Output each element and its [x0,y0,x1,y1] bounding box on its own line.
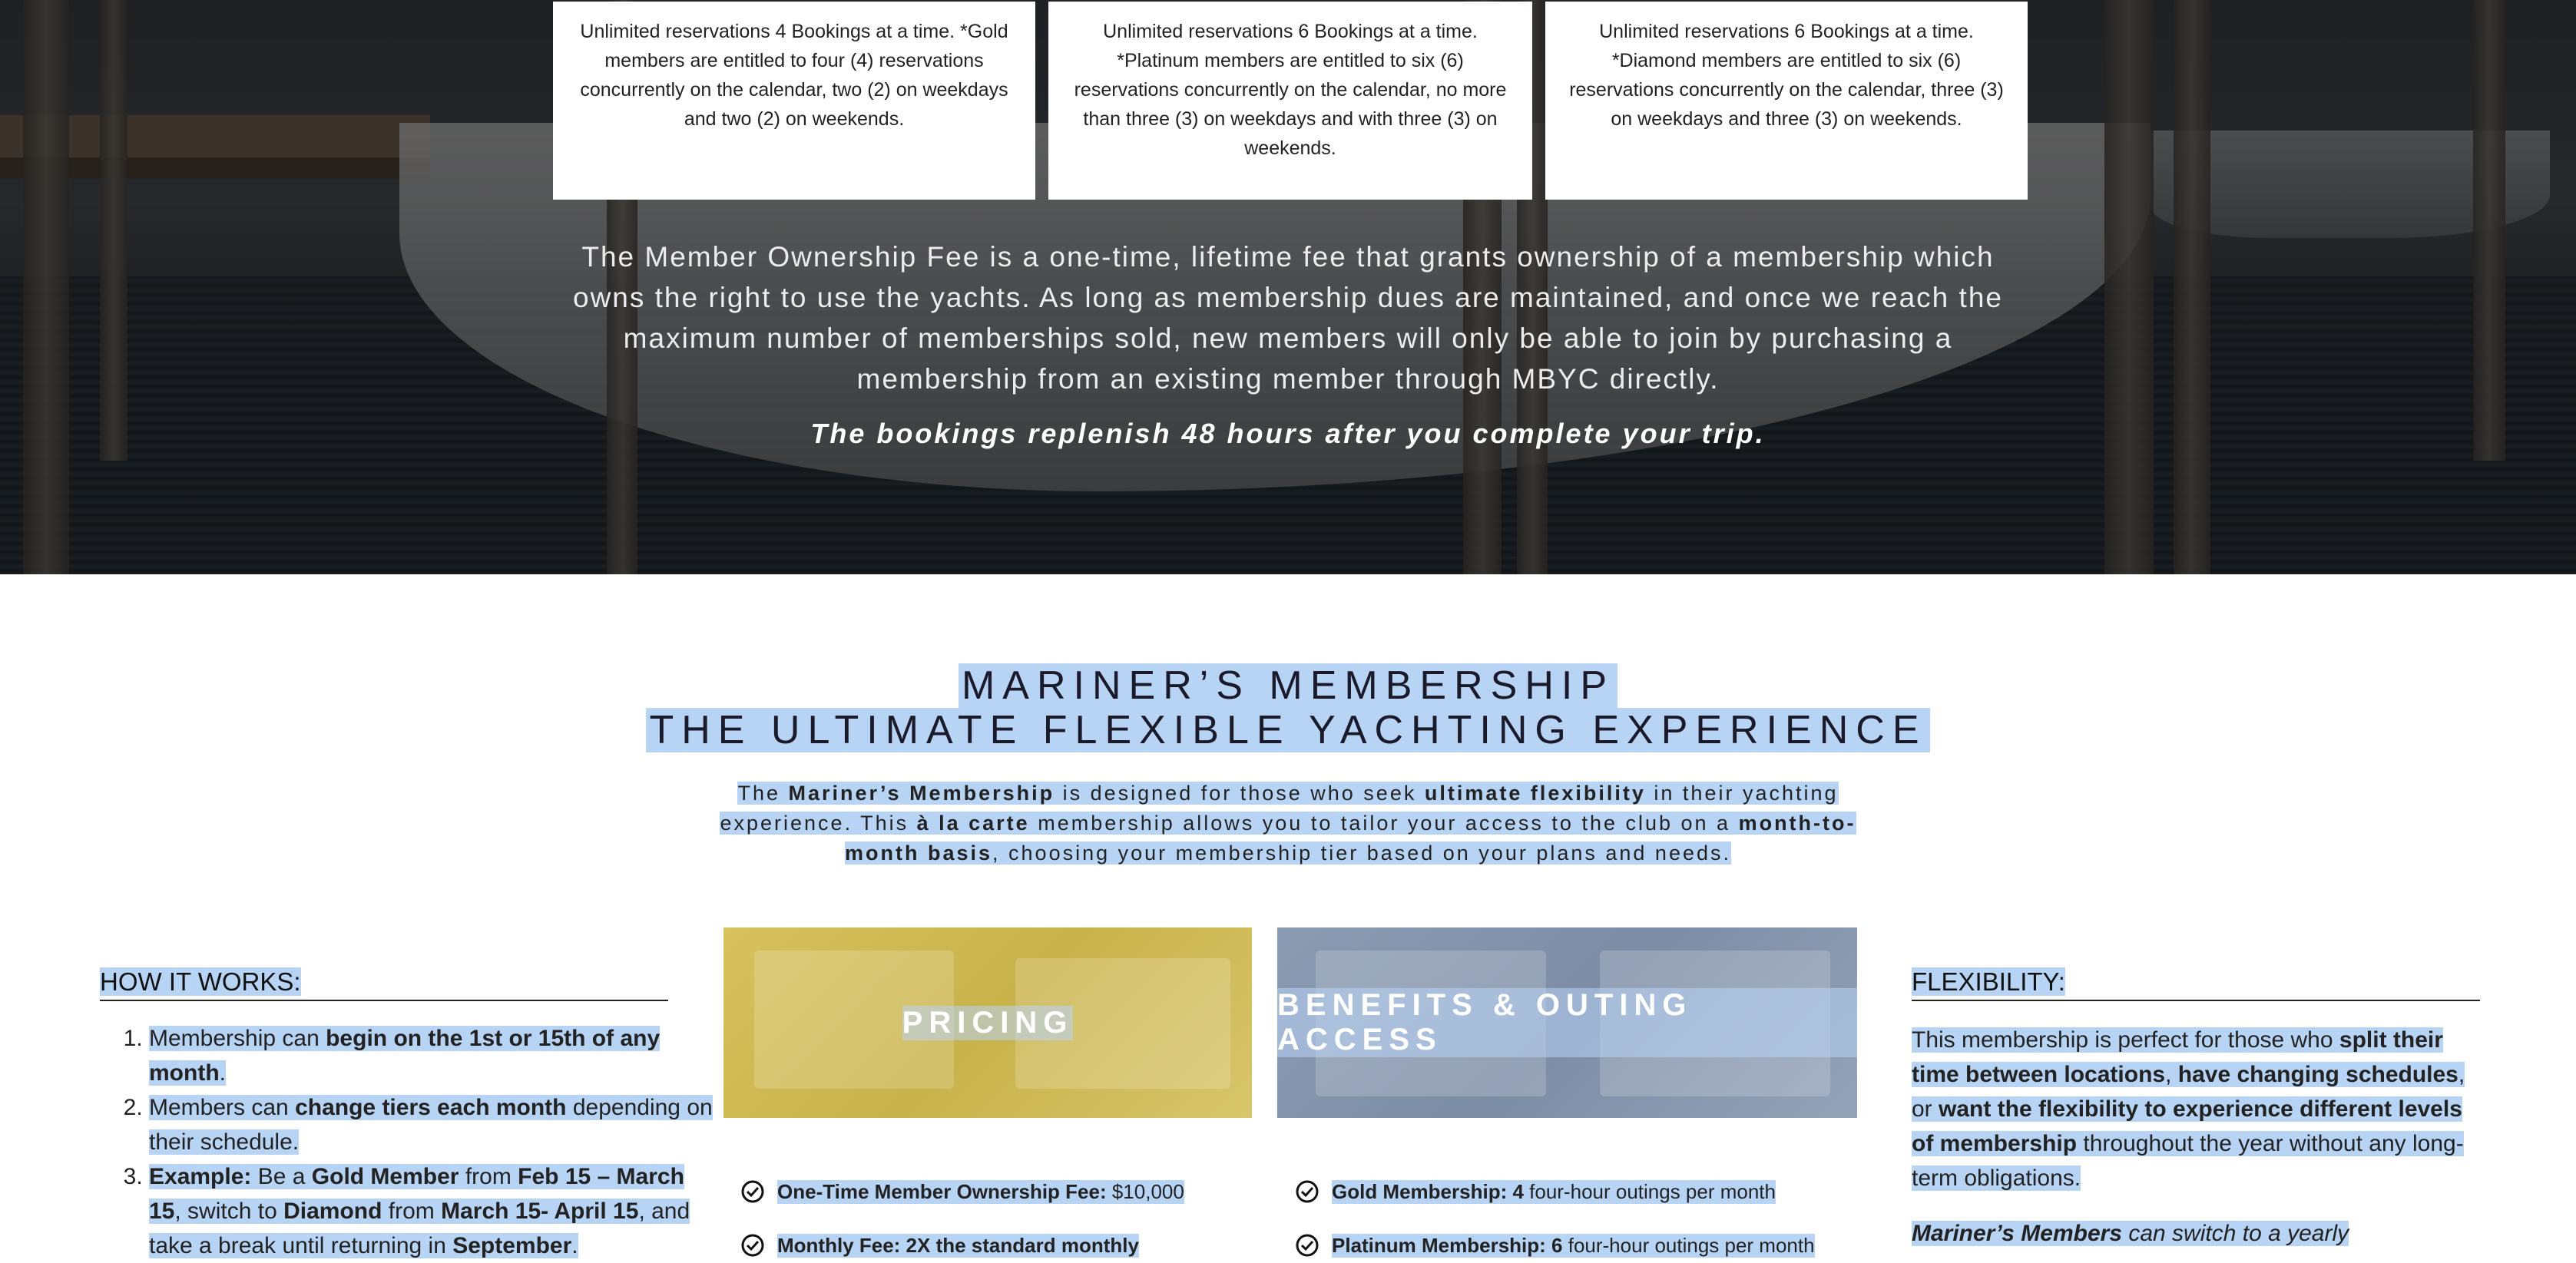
benefits-row-gold: Gold Membership: 4 four-hour outings per… [1295,1179,1776,1204]
flexibility-paragraph: This membership is perfect for those who… [1912,1027,2465,1191]
pricing-banner-label: PRICING [902,1005,1074,1040]
how-it-works-heading-text: HOW IT WORKS: [100,967,301,996]
hero-section: Unlimited reservations 4 Bookings at a t… [0,0,2576,574]
desc-bold: à la carte [916,812,1030,835]
benefits-banner: BENEFITS & OUTING ACCESS [1277,927,1857,1118]
pricing-row-label: One-Time Member Ownership Fee: [777,1179,1107,1203]
desc-text: , choosing your membership tier based on… [992,841,1731,865]
flexibility-mariner-note: Mariner’s Members can switch to a yearly [1912,1221,2349,1246]
benefits-row-value: four-hour outings per month [1523,1179,1776,1203]
tier-card-platinum: Unlimited reservations 6 Bookings at a t… [1048,2,1532,200]
desc-text: membership allows you to tailor your acc… [1029,812,1739,835]
tier-card-platinum-text: Unlimited reservations 6 Bookings at a t… [1074,21,1507,159]
benefits-row-platinum: Platinum Membership: 6 four-hour outings… [1295,1233,1815,1258]
benefits-row-label: Gold Membership: 4 [1332,1179,1524,1203]
desc-text: is designed for those who seek [1055,782,1425,805]
tier-card-diamond: Unlimited reservations 6 Bookings at a t… [1545,2,2028,200]
how-it-works-list: Membership can begin on the 1st or 15th … [101,1021,722,1263]
pricing-row-label: Monthly Fee: 2X the standard monthly [777,1233,1139,1257]
section-title-line1: MARINER’S MEMBERSHIP [958,663,1618,708]
pricing-row-value: $10,000 [1106,1179,1184,1203]
pricing-row-monthly: Monthly Fee: 2X the standard monthly [740,1233,1139,1258]
list-item: Membership can begin on the 1st or 15th … [149,1021,722,1090]
list-item: Members can change tiers each month depe… [149,1090,722,1159]
replenish-note: The bookings replenish 48 hours after yo… [810,418,1766,449]
flexibility-heading-text: FLEXIBILITY: [1912,967,2065,996]
desc-bold: Mariner’s Membership [788,782,1055,805]
tier-card-diamond-text: Unlimited reservations 6 Bookings at a t… [1569,21,2004,130]
benefits-banner-label: BENEFITS & OUTING ACCESS [1277,988,1857,1057]
benefits-row-label: Platinum Membership: 6 [1332,1233,1563,1257]
section-description: The Mariner’s Membership is designed for… [699,779,1877,868]
desc-text: The [737,782,789,805]
section-title-line2: THE ULTIMATE FLEXIBLE YACHTING EXPERIENC… [646,708,1930,752]
list-item: Example: Be a Gold Member from Feb 15 – … [149,1159,722,1263]
tier-card-gold-text: Unlimited reservations 4 Bookings at a t… [580,21,1008,130]
pricing-row-ownership: One-Time Member Ownership Fee: $10,000 [740,1179,1184,1204]
flexibility-heading: FLEXIBILITY: [1912,967,2480,1001]
benefits-row-value: four-hour outings per month [1562,1233,1815,1257]
section-title: MARINER’S MEMBERSHIP THE ULTIMATE FLEXIB… [0,663,2576,752]
how-it-works-heading: HOW IT WORKS: [100,967,668,1001]
pricing-banner: PRICING [723,927,1252,1118]
ownership-fee-text: The Member Ownership Fee is a one-time, … [573,241,2003,395]
desc-bold: ultimate flexibility [1424,782,1646,805]
check-circle-icon [741,1180,764,1203]
check-circle-icon [1296,1234,1319,1257]
tier-card-gold: Unlimited reservations 4 Bookings at a t… [553,2,1035,200]
check-circle-icon [1296,1180,1319,1203]
check-circle-icon [741,1234,764,1257]
